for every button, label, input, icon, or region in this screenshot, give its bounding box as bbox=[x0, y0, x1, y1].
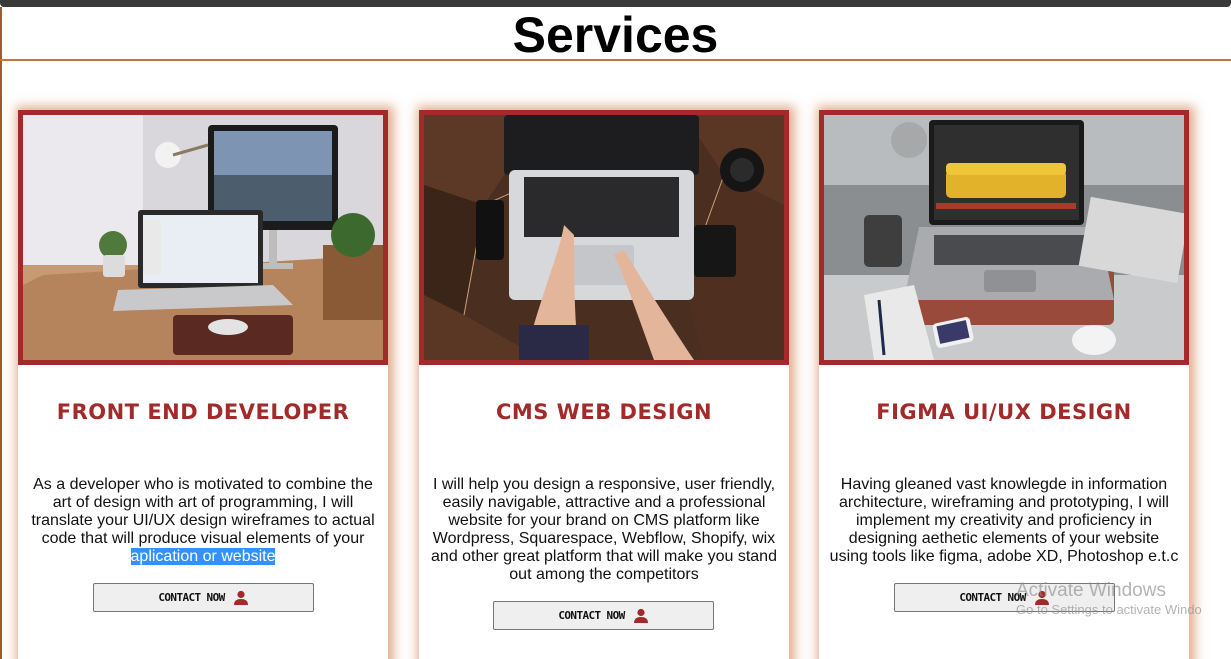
card-description: Having gleaned vast knowlegde in informa… bbox=[829, 476, 1179, 566]
card-description-text: I will help you design a responsive, use… bbox=[431, 476, 777, 583]
desk-setup-image bbox=[23, 115, 383, 360]
browser-top-strip bbox=[0, 0, 1231, 7]
card-description: As a developer who is motivated to combi… bbox=[28, 476, 378, 566]
card-image-laptop-typing bbox=[419, 110, 789, 365]
service-card-front-end: FRONT END DEVELOPER As a developer who i… bbox=[18, 110, 388, 659]
page-header: Services bbox=[0, 7, 1231, 61]
card-image-laptop-design bbox=[819, 110, 1189, 365]
user-icon bbox=[233, 590, 248, 605]
service-card-figma: FIGMA UI/UX DESIGN Having gleaned vast k… bbox=[819, 110, 1189, 659]
contact-now-button[interactable]: CONTACT NOW bbox=[894, 583, 1115, 612]
contact-now-label: CONTACT NOW bbox=[558, 609, 625, 622]
user-icon bbox=[633, 608, 648, 623]
contact-now-label: CONTACT NOW bbox=[959, 591, 1026, 604]
contact-now-button[interactable]: CONTACT NOW bbox=[93, 583, 314, 612]
selected-text: aplication or website bbox=[130, 548, 276, 565]
service-card-cms: CMS WEB DESIGN I will help you design a … bbox=[419, 110, 789, 659]
user-icon bbox=[1034, 590, 1049, 605]
contact-now-button[interactable]: CONTACT NOW bbox=[493, 601, 714, 630]
card-description-text: Having gleaned vast knowlegde in informa… bbox=[829, 476, 1179, 565]
card-description: I will help you design a responsive, use… bbox=[429, 476, 779, 584]
card-title: FIGMA UI/UX DESIGN bbox=[876, 400, 1132, 424]
laptop-design-image bbox=[824, 115, 1184, 360]
laptop-typing-image bbox=[424, 115, 784, 360]
card-description-text: As a developer who is motivated to combi… bbox=[31, 476, 375, 547]
card-image-desk-setup bbox=[18, 110, 388, 365]
page-title: Services bbox=[512, 7, 719, 63]
contact-now-label: CONTACT NOW bbox=[158, 591, 225, 604]
card-title: FRONT END DEVELOPER bbox=[56, 400, 350, 424]
card-title: CMS WEB DESIGN bbox=[495, 400, 713, 424]
